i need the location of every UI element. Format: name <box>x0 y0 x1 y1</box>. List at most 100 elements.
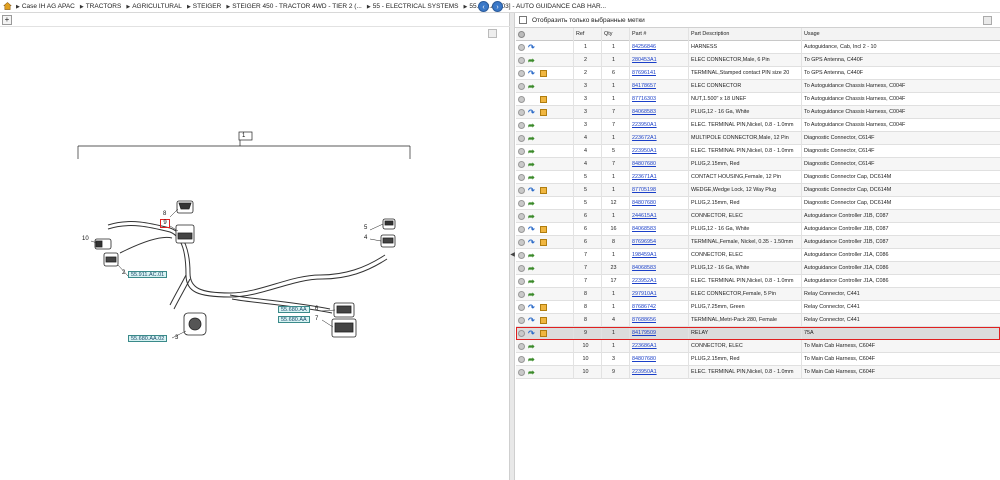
detail-icon[interactable] <box>518 343 525 350</box>
detail-icon[interactable] <box>518 83 525 90</box>
add-to-cart-arrow-icon[interactable]: ↷ <box>528 226 535 234</box>
part-number-cell[interactable]: 244615A1 <box>630 210 689 223</box>
part-number-cell[interactable]: 84178657 <box>630 80 689 93</box>
detail-icon[interactable] <box>518 174 525 181</box>
part-number-cell-value[interactable]: 84068583 <box>632 109 656 115</box>
breadcrumb-item[interactable]: AGRICULTURAL <box>126 3 182 10</box>
header-description[interactable]: Part Description <box>689 28 802 41</box>
ref-label-8[interactable]: 8 <box>163 211 166 217</box>
add-to-cart-arrow-icon[interactable]: ➦ <box>528 174 535 182</box>
callout-link[interactable]: 55.680.AA <box>278 316 310 323</box>
add-to-cart-arrow-icon[interactable]: ➦ <box>528 161 535 169</box>
package-icon[interactable] <box>540 187 547 194</box>
part-number-cell[interactable]: 84807680 <box>630 158 689 171</box>
table-row[interactable]: ➦ 10 1 223686A1 CONNECTOR, ELEC To Main Cab H… <box>516 340 1000 353</box>
part-number-cell-value[interactable]: 84807680 <box>632 200 656 206</box>
table-row[interactable]: ↷ 6 8 87696954 TERMINAL,Female, Nickel, 0.35… <box>516 236 1000 249</box>
detail-icon[interactable] <box>518 135 525 142</box>
table-row[interactable]: ↷ 6 16 84068583 PLUG,12 - 16 Ga, White Autogu… <box>516 223 1000 236</box>
table-row[interactable]: ➦ 6 1 244615A1 CONNECTOR, ELEC Autoguidance C… <box>516 210 1000 223</box>
detail-icon[interactable] <box>518 356 525 363</box>
part-number-cell[interactable]: 223686A1 <box>630 340 689 353</box>
detail-icon[interactable] <box>518 265 525 272</box>
part-number-cell[interactable]: 223671A1 <box>630 171 689 184</box>
table-row[interactable]: 3 1 87716303 NUT,1.500" x 18 UNEF To Autogui… <box>516 93 1000 106</box>
table-row[interactable]: ↷ 3 7 84068583 PLUG,12 - 16 Ga, White To Auto… <box>516 106 1000 119</box>
package-icon[interactable] <box>540 109 547 116</box>
gear-icon[interactable] <box>518 31 525 38</box>
table-row[interactable]: ➦ 5 12 84807680 PLUG,2.15mm, Red Diagnostic C… <box>516 197 1000 210</box>
detail-icon[interactable] <box>518 57 525 64</box>
detail-icon[interactable] <box>518 96 525 103</box>
table-row[interactable]: ➦ 7 17 223952A1 ELEC. TERMINAL PIN,Nickel, 0… <box>516 275 1000 288</box>
group-ref-label[interactable]: 1 <box>242 133 245 139</box>
detail-icon[interactable] <box>518 304 525 311</box>
table-row[interactable]: ➦ 4 5 223950A1 ELEC. TERMINAL PIN,Nickel, 0.… <box>516 145 1000 158</box>
add-to-cart-arrow-icon[interactable]: ➦ <box>528 148 535 156</box>
table-row[interactable]: ➦ 4 1 223672A1 MULTIPOLE CONNECTOR,Male, 12 … <box>516 132 1000 145</box>
header-usage[interactable]: Usage <box>802 28 1000 41</box>
detail-icon[interactable] <box>518 369 525 376</box>
add-to-cart-arrow-icon[interactable]: ↷ <box>528 70 535 78</box>
ref-label-7[interactable]: 7 <box>315 316 318 322</box>
add-to-cart-arrow-icon[interactable]: ↷ <box>528 187 535 195</box>
table-row[interactable]: ➦ 2 1 280453A1 ELEC CONNECTOR,Male, 6 Pin To … <box>516 54 1000 67</box>
add-to-cart-arrow-icon[interactable]: ➦ <box>528 83 535 91</box>
table-row[interactable]: ➦ 10 3 84807680 PLUG,2.15mm, Red To Main Cab … <box>516 353 1000 366</box>
table-row[interactable]: ➦ 10 9 223950A1 ELEC. TERMINAL PIN,Nickel, 0… <box>516 366 1000 379</box>
add-to-cart-arrow-icon[interactable]: ➦ <box>528 369 535 377</box>
part-number-cell-value[interactable]: 87688656 <box>632 317 656 323</box>
part-number-cell-value[interactable]: 223672A1 <box>632 135 657 141</box>
table-row[interactable]: ➦ 5 1 223671A1 CONTACT HOUSING,Female, 12 Pi… <box>516 171 1000 184</box>
table-row[interactable]: ↷ 1 1 84256846 HARNESS Autoguidance, Cab, Inc… <box>516 41 1000 54</box>
table-row[interactable]: ➦ 3 1 84178657 ELEC CONNECTOR To Autoguidance… <box>516 80 1000 93</box>
table-row[interactable]: ➦ 8 1 297910A1 ELEC CONNECTOR,Female, 5 Pin R… <box>516 288 1000 301</box>
part-number-cell-value[interactable]: 87686742 <box>632 304 656 310</box>
add-to-cart-arrow-icon[interactable]: ↷ <box>528 317 535 325</box>
part-number-cell[interactable]: 223950A1 <box>630 366 689 379</box>
detail-icon[interactable] <box>518 44 525 51</box>
header-ref[interactable]: Ref <box>574 28 602 41</box>
part-number-cell[interactable]: 84256846 <box>630 41 689 54</box>
table-row[interactable]: ↷ 5 1 87705198 WEDGE,Wedge Lock, 12 Way Plug… <box>516 184 1000 197</box>
package-icon[interactable] <box>540 317 547 324</box>
part-number-cell-value[interactable]: 223950A1 <box>632 369 657 375</box>
ref-label-4[interactable]: 4 <box>364 235 367 241</box>
ref-label-5[interactable]: 5 <box>364 225 367 231</box>
part-number-cell-value[interactable]: 280453A1 <box>632 57 657 63</box>
callout-link[interactable]: 55.911.AC.01 <box>128 271 168 278</box>
part-number-cell-value[interactable]: 84068583 <box>632 226 656 232</box>
part-number-cell[interactable]: 223950A1 <box>630 145 689 158</box>
part-number-cell-value[interactable]: 87696954 <box>632 239 656 245</box>
table-row[interactable]: ↷ 8 1 87686742 PLUG,7.25mm, Green Relay Conne… <box>516 301 1000 314</box>
part-number-cell-value[interactable]: 84807680 <box>632 161 656 167</box>
part-number-cell[interactable]: 84807680 <box>630 353 689 366</box>
part-number-cell-value[interactable]: 198459A1 <box>632 252 657 258</box>
detail-icon[interactable] <box>518 161 525 168</box>
detail-icon[interactable] <box>518 122 525 129</box>
part-number-cell-value[interactable]: 84068583 <box>632 265 656 271</box>
part-number-cell-value[interactable]: 297910A1 <box>632 291 657 297</box>
table-row[interactable]: ↷ 8 4 87688656 TERMINAL,Metri-Pack 280, Fema… <box>516 314 1000 327</box>
table-row[interactable]: ➦ 7 23 84068583 PLUG,12 - 16 Ga, White Autogu… <box>516 262 1000 275</box>
table-row[interactable]: ➦ 3 7 223950A1 ELEC. TERMINAL PIN,Nickel, 0.… <box>516 119 1000 132</box>
callout-link[interactable]: 55.680.AA <box>278 306 310 313</box>
part-number-cell-value[interactable]: 223686A1 <box>632 343 657 349</box>
part-number-cell[interactable]: 84807680 <box>630 197 689 210</box>
part-number-cell[interactable]: 198459A1 <box>630 249 689 262</box>
add-to-cart-arrow-icon[interactable]: ➦ <box>528 265 535 273</box>
part-number-cell-value[interactable]: 87696141 <box>632 70 656 76</box>
detail-icon[interactable] <box>518 252 525 259</box>
part-number-cell-value[interactable]: 84256846 <box>632 44 656 50</box>
part-number-cell-value[interactable]: 223950A1 <box>632 148 657 154</box>
detail-icon[interactable] <box>518 148 525 155</box>
breadcrumb-item[interactable]: STEIGER 450 - TRACTOR 4WD - TIER 2 (... <box>226 3 362 10</box>
ref-label-10[interactable]: 10 <box>82 236 89 242</box>
part-number-cell[interactable]: 87716303 <box>630 93 689 106</box>
part-number-cell-value[interactable]: 84807680 <box>632 356 656 362</box>
part-number-cell-value[interactable]: 223952A1 <box>632 278 657 284</box>
add-to-cart-arrow-icon[interactable]: ↷ <box>528 44 535 52</box>
back-arrow-icon[interactable]: ‹ <box>478 1 489 12</box>
add-to-cart-arrow-icon[interactable]: ➦ <box>528 291 535 299</box>
detail-icon[interactable] <box>518 226 525 233</box>
